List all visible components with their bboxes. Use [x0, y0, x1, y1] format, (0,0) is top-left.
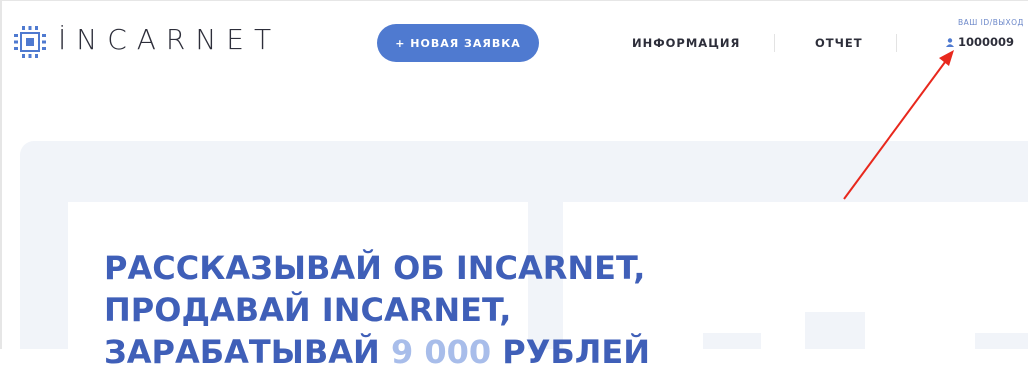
annotation-arrow: [843, 50, 954, 200]
